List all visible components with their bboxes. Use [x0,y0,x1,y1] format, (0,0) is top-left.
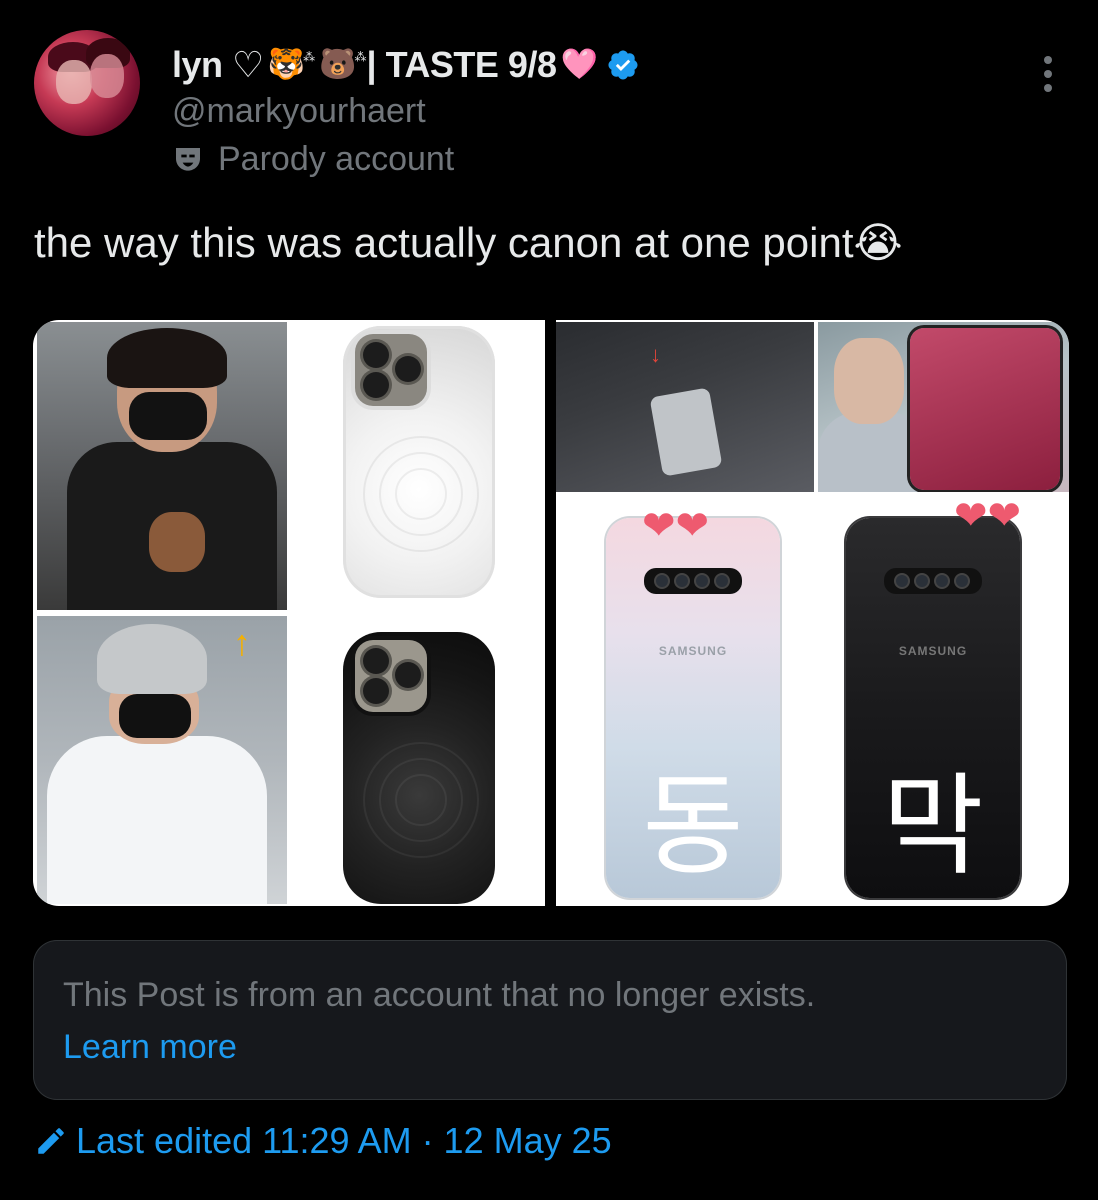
tweet-text: the way this was actually canon at one p… [34,218,903,267]
photo-phone-screen [910,328,1060,490]
pencil-icon [38,1128,64,1154]
author-name-row[interactable]: lyn ♡ 🐯 ⁂ 🐻 ⁂ | TASTE 9/8 🩷 [172,42,640,88]
phone-brand-text: SAMSUNG [898,644,968,658]
case-ring [395,468,447,520]
camera-lens [916,575,928,587]
camera-lens [395,662,421,688]
display-name[interactable]: lyn ♡ [172,44,264,86]
white-phone-case [343,326,495,598]
last-edited-link[interactable]: Last edited 11:29 AM · 12 May 25 [34,1120,612,1162]
korean-character: 동 [642,762,744,890]
camera-lens [363,372,389,398]
more-dot [1044,70,1052,78]
parody-label-text: Parody account [218,140,455,178]
photo-mask [129,392,207,440]
camera-module [355,334,427,406]
pink-heart-emoji: 🩷 [560,48,598,81]
avatar-face-left [56,60,92,104]
black-galaxy-phone: SAMSUNG 막 [846,518,1020,898]
camera-bar [884,568,982,594]
verified-badge-icon [608,50,638,80]
account-notice-box: This Post is from an account that no lon… [33,940,1067,1100]
photo-face [834,338,904,424]
tweet-text-body: the way this was actually canon at one p… [34,219,854,266]
camera-lens [676,575,688,587]
photo-beanie [97,624,207,694]
more-options-icon[interactable] [1036,56,1060,98]
camera-lens [656,575,668,587]
author-handle[interactable]: @markyourhaert [172,92,426,131]
camera-lens [696,575,708,587]
camera-lens [395,356,421,382]
hearts-sticker-icon: ❤❤ [954,494,1022,538]
theater-mask-icon [176,147,200,171]
photo-phone-selfie [818,322,1069,492]
photo-jacket [47,736,267,904]
phone-brand-text: SAMSUNG [658,644,728,658]
photo-mask [119,694,191,738]
photo-bear-print [149,512,205,572]
tiger-emoji: 🐯 [267,48,306,81]
black-phone-case [343,632,495,904]
camera-module [355,640,427,712]
display-name-suffix[interactable]: | TASTE 9/8 [367,44,557,86]
media-image-left[interactable]: ↑ [33,320,545,906]
media-image-right[interactable]: ↓ SAMSUNG 동 ❤❤ SAMSUNG 막 ❤❤ [556,320,1069,906]
camera-lens [896,575,908,587]
bear-emoji: 🐻 [319,48,357,81]
avatar-face-right [90,54,124,98]
tweet-media[interactable]: ↑ ↓ SAMSUNG 동 ❤❤ SAMSUNG 막 ❤❤ [33,320,1069,906]
notice-text: This Post is from an account that no lon… [63,976,816,1014]
camera-lens [716,575,728,587]
camera-bar [644,568,742,594]
camera-lens [936,575,948,587]
more-dot [1044,84,1052,92]
photo-black-shirt [37,322,287,610]
photo-phone [649,387,723,477]
silver-galaxy-phone: SAMSUNG 동 [606,518,780,898]
last-edited-text[interactable]: Last edited 11:29 AM · 12 May 25 [76,1120,612,1162]
yellow-arrow-icon: ↑ [233,622,251,663]
camera-lens [363,342,389,368]
parody-label: Parody account [172,140,454,179]
korean-character: 막 [882,762,984,890]
red-arrow-icon: ↓ [650,342,661,367]
avatar[interactable] [34,30,140,136]
photo-hair [107,328,227,388]
sparkle-emoji-2: ⁂ [354,50,367,64]
camera-lens [363,678,389,704]
photo-phone-in-hand: ↓ [556,322,814,492]
sparkle-emoji: ⁂ [303,50,316,64]
camera-lens [956,575,968,587]
case-ring [395,774,447,826]
crying-emoji: 😭 [853,219,903,266]
photo-white-jacket: ↑ [37,616,287,904]
camera-lens [363,648,389,674]
learn-more-link[interactable]: Learn more [63,1028,237,1067]
hearts-sticker-icon: ❤❤ [642,504,710,548]
more-dot [1044,56,1052,64]
